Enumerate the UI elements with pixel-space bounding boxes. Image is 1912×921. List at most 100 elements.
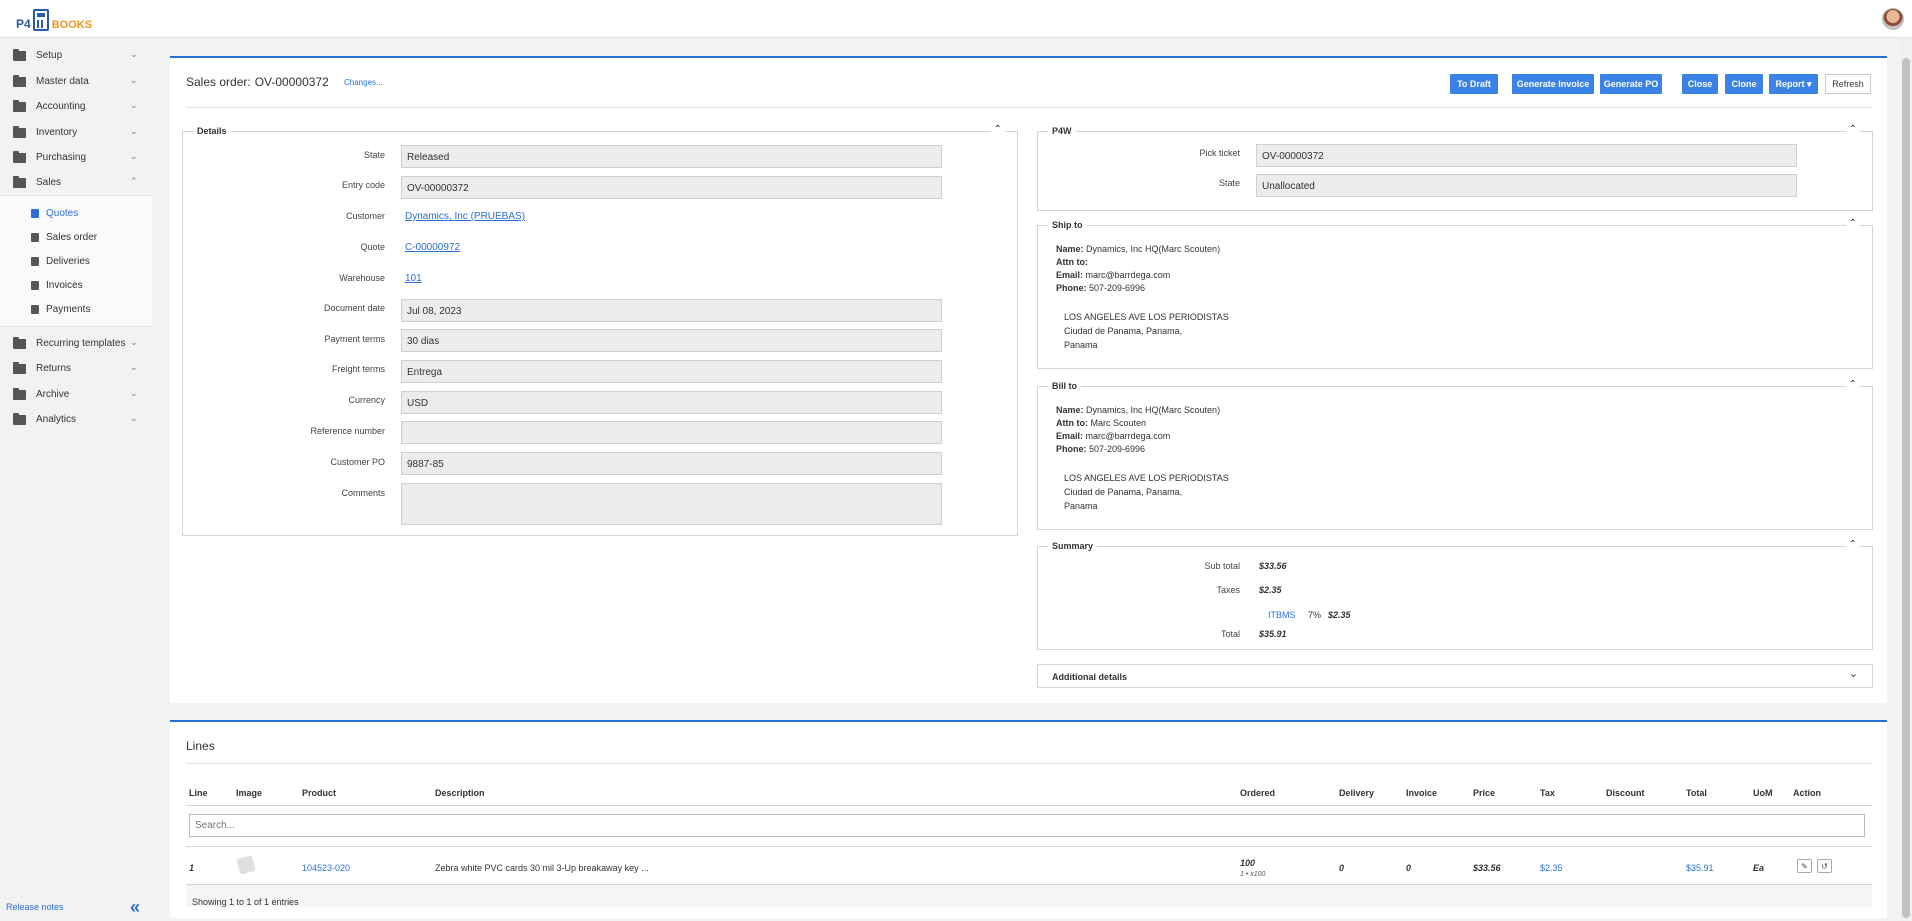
sidebar-item-deliveries[interactable]: Deliveries — [0, 252, 152, 272]
generate-po-button[interactable]: Generate PO — [1600, 74, 1662, 94]
edit-icon[interactable]: ✎ — [1797, 859, 1812, 873]
column-header-tax[interactable]: Tax — [1540, 788, 1555, 798]
sidebar-item-setup[interactable]: Setup ⌄ — [0, 45, 152, 67]
attn-value: Marc Scouten — [1090, 418, 1147, 428]
folder-icon — [13, 413, 26, 425]
changes-link[interactable]: Changes... — [344, 78, 383, 87]
to-draft-button[interactable]: To Draft — [1450, 74, 1498, 94]
sidebar-item-analytics[interactable]: Analytics ⌄ — [0, 409, 152, 431]
details-section: Details ⌃ State Released Entry code OV-0… — [182, 124, 1018, 536]
column-header-invoice[interactable]: Invoice — [1406, 788, 1437, 798]
table-row-divider — [186, 846, 1872, 847]
collapse-p4w-icon[interactable]: ⌃ — [1845, 124, 1860, 135]
column-header-action: Action — [1793, 788, 1821, 798]
sidebar-item-purchasing[interactable]: Purchasing ⌄ — [0, 147, 152, 169]
attn-label: Attn to: — [1056, 257, 1088, 267]
cell-product-link[interactable]: 104523-020 — [302, 863, 350, 873]
page-scrollbar[interactable] — [1900, 38, 1912, 921]
freight-terms-field: Entrega — [401, 360, 942, 383]
cell-total-link[interactable]: $35.91 — [1686, 863, 1714, 873]
folder-icon — [13, 388, 26, 400]
collapse-summary-icon[interactable]: ⌃ — [1845, 539, 1860, 550]
sidebar-item-master-data[interactable]: Master data ⌄ — [0, 71, 152, 93]
attn-label: Attn to: — [1056, 418, 1088, 428]
sidebar-item-label: Quotes — [46, 208, 79, 219]
cell-line: 1 — [189, 863, 195, 873]
cart-icon — [31, 233, 39, 242]
sidebar-item-label: Purchasing — [36, 152, 87, 163]
sidebar-item-label: Master data — [36, 76, 89, 87]
sidebar-item-quotes[interactable]: Quotes — [0, 204, 152, 224]
warehouse-label: Warehouse — [339, 273, 385, 283]
file-icon — [31, 209, 39, 218]
column-header-uom[interactable]: UoM — [1753, 788, 1773, 798]
payment-terms-field: 30 dias — [401, 329, 942, 352]
report-dropdown-button[interactable]: Report ▾ — [1769, 74, 1818, 94]
chevron-down-icon: ⌄ — [130, 337, 138, 347]
collapse-details-icon[interactable]: ⌃ — [990, 124, 1005, 135]
p4w-state-label: State — [1218, 178, 1240, 188]
tax-amount: $2.35 — [1328, 610, 1351, 620]
column-header-price[interactable]: Price — [1473, 788, 1495, 798]
folder-icon — [13, 362, 26, 374]
chevron-down-icon: ⌄ — [130, 49, 138, 59]
folder-icon — [13, 337, 26, 349]
clone-button[interactable]: Clone — [1725, 74, 1763, 94]
column-header-ordered[interactable]: Ordered — [1240, 788, 1275, 798]
total-label: Total — [1220, 629, 1240, 639]
sidebar-item-invoices[interactable]: Invoices — [0, 276, 152, 296]
sidebar-item-payments[interactable]: Payments — [0, 300, 152, 320]
column-header-discount[interactable]: Discount — [1606, 788, 1645, 798]
sidebar-item-label: Setup — [36, 50, 63, 61]
additional-details-label: Additional details — [1052, 672, 1128, 682]
ship-to-name: Name: Dynamics, Inc HQ(Marc Scouten) — [1056, 244, 1220, 254]
sidebar-item-sales[interactable]: Sales ⌃ — [0, 172, 152, 194]
additional-details-section[interactable]: Additional details ⌄ — [1037, 664, 1873, 688]
column-header-description[interactable]: Description — [435, 788, 485, 798]
collapse-sidebar-icon[interactable]: « — [130, 897, 140, 918]
sidebar-item-archive[interactable]: Archive ⌄ — [0, 384, 152, 406]
phone-label: Phone: — [1056, 444, 1087, 454]
column-header-line[interactable]: Line — [189, 788, 208, 798]
subtotal-value: $33.56 — [1259, 561, 1287, 571]
warehouse-link[interactable]: 101 — [405, 273, 422, 284]
generate-invoice-button[interactable]: Generate Invoice — [1512, 74, 1594, 94]
product-image — [236, 855, 256, 875]
release-notes-link[interactable]: Release notes — [6, 902, 64, 912]
subtotal-label: Sub total — [1204, 561, 1240, 571]
app-logo[interactable]: P4 BOOKS — [16, 7, 92, 31]
lines-search-input[interactable] — [189, 814, 1865, 837]
sidebar-item-returns[interactable]: Returns ⌄ — [0, 358, 152, 380]
sidebar-item-accounting[interactable]: Accounting ⌄ — [0, 96, 152, 118]
column-header-image[interactable]: Image — [236, 788, 262, 798]
freight-terms-label: Freight terms — [331, 364, 385, 374]
refresh-button[interactable]: Refresh — [1825, 74, 1871, 94]
history-icon[interactable]: ↺ — [1817, 859, 1832, 873]
close-button[interactable]: Close — [1682, 74, 1718, 94]
chevron-up-icon: ⌃ — [130, 176, 138, 186]
collapse-bill-to-icon[interactable]: ⌃ — [1845, 379, 1860, 390]
customer-link[interactable]: Dynamics, Inc (PRUEBAS) — [405, 211, 525, 222]
scrollbar-thumb[interactable] — [1902, 58, 1910, 918]
cell-delivery: 0 — [1339, 863, 1345, 873]
summary-section: Summary ⌃ Sub total $33.56 Taxes $2.35 I… — [1037, 539, 1873, 650]
table-header-divider — [186, 805, 1872, 806]
column-header-delivery[interactable]: Delivery — [1339, 788, 1374, 798]
column-header-total[interactable]: Total — [1686, 788, 1707, 798]
chevron-down-icon: ⌄ — [130, 362, 138, 372]
sidebar-item-sales-order[interactable]: Sales order — [0, 228, 152, 248]
avatar[interactable] — [1882, 8, 1904, 30]
cell-tax-link[interactable]: $2.35 — [1540, 863, 1563, 873]
reference-number-label: Reference number — [310, 426, 385, 436]
collapse-ship-to-icon[interactable]: ⌃ — [1845, 218, 1860, 229]
bill-to-address-line-3: Panama — [1064, 501, 1098, 511]
quote-link[interactable]: C-00000972 — [405, 242, 460, 253]
state-label: State — [363, 150, 385, 160]
pick-ticket-field: OV-00000372 — [1256, 144, 1797, 167]
sidebar-item-recurring-templates[interactable]: Recurring templates ⌄ — [0, 333, 152, 355]
tax-rate: 7% — [1308, 610, 1322, 620]
name-label: Name: — [1056, 244, 1084, 254]
currency-label: Currency — [348, 395, 385, 405]
sidebar-item-inventory[interactable]: Inventory ⌄ — [0, 122, 152, 144]
column-header-product[interactable]: Product — [302, 788, 336, 798]
